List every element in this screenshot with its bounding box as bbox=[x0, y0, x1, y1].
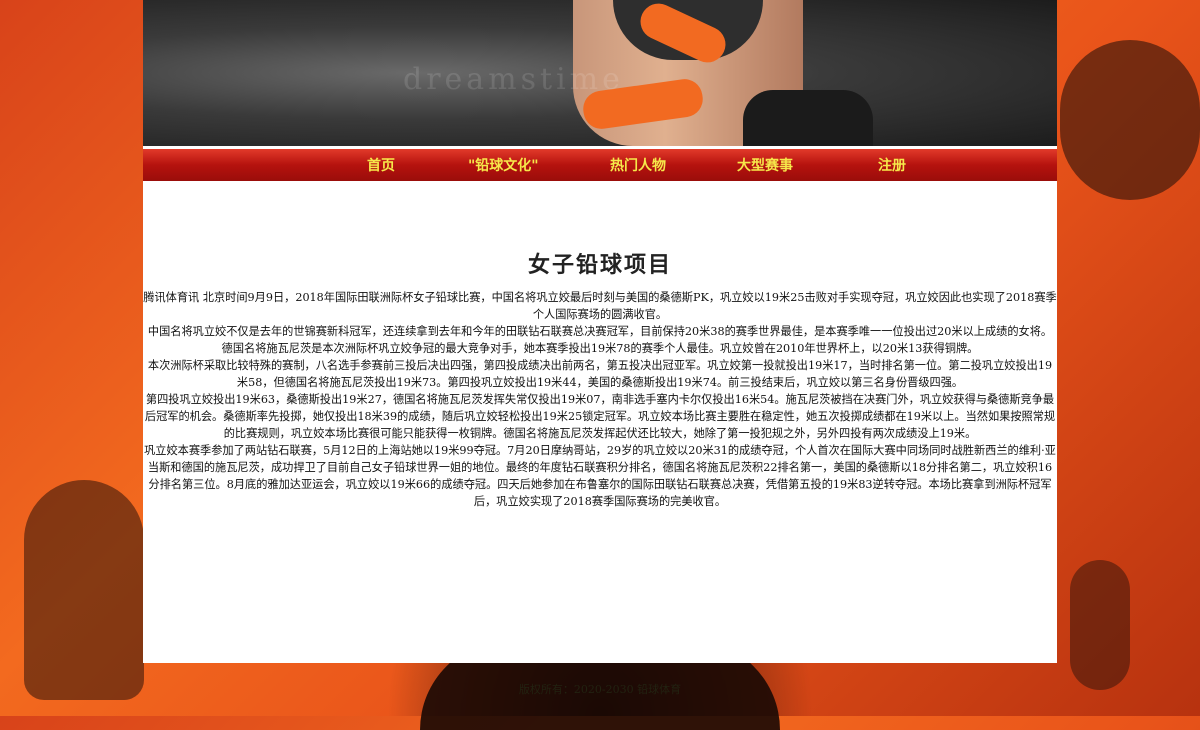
article-paragraph: 第四投巩立姣投出19米63，桑德斯投出19米27，德国名将施瓦尼茨发挥失常仅投出… bbox=[144, 393, 1056, 440]
page-container: dreamstime 首页 "铅球文化" 热门人物 大型赛事 注册 女子铅球项目… bbox=[143, 0, 1057, 663]
boxer-silhouette-left bbox=[24, 480, 144, 700]
header-banner: dreamstime bbox=[143, 0, 1057, 146]
article-area: 女子铅球项目 腾讯体育讯 北京时间9月9日，2018年国际田联洲际杯女子铅球比赛… bbox=[143, 181, 1057, 663]
nav-register[interactable]: 注册 bbox=[878, 155, 906, 175]
article-title: 女子铅球项目 bbox=[527, 252, 672, 278]
copyright-footer: 版权所有：2020-2030 铅球体育 bbox=[518, 683, 682, 696]
nav-popular-people[interactable]: 热门人物 bbox=[610, 155, 666, 175]
boxer-silhouette-bottom-right bbox=[1070, 560, 1130, 690]
watermark: dreamstime bbox=[403, 62, 624, 97]
nav-major-events[interactable]: 大型赛事 bbox=[737, 155, 793, 175]
article-paragraph: 腾讯体育讯 北京时间9月9日，2018年国际田联洲际杯女子铅球比赛，中国名将巩立… bbox=[143, 291, 1057, 321]
boxer-silhouette-right bbox=[1060, 40, 1200, 200]
nav-shot-put-culture[interactable]: "铅球文化" bbox=[468, 155, 539, 175]
article-paragraph: 巩立姣本赛季参加了两站钻石联赛，5月12日的上海站她以19米99夺冠。7月20日… bbox=[144, 444, 1056, 508]
article-paragraph: 中国名将巩立姣不仅是去年的世锦赛新科冠军，还连续拿到去年和今年的田联钻石联赛总决… bbox=[147, 325, 1053, 355]
nav-home[interactable]: 首页 bbox=[367, 155, 395, 175]
main-nav: 首页 "铅球文化" 热门人物 大型赛事 注册 bbox=[143, 146, 1057, 181]
article-paragraph: 本次洲际杯采取比较特殊的赛制，八名选手参赛前三投后决出四强，第四投成绩决出前两名… bbox=[147, 359, 1053, 389]
athlete-shorts bbox=[743, 90, 873, 146]
article-body: 腾讯体育讯 北京时间9月9日，2018年国际田联洲际杯女子铅球比赛，中国名将巩立… bbox=[143, 289, 1057, 510]
